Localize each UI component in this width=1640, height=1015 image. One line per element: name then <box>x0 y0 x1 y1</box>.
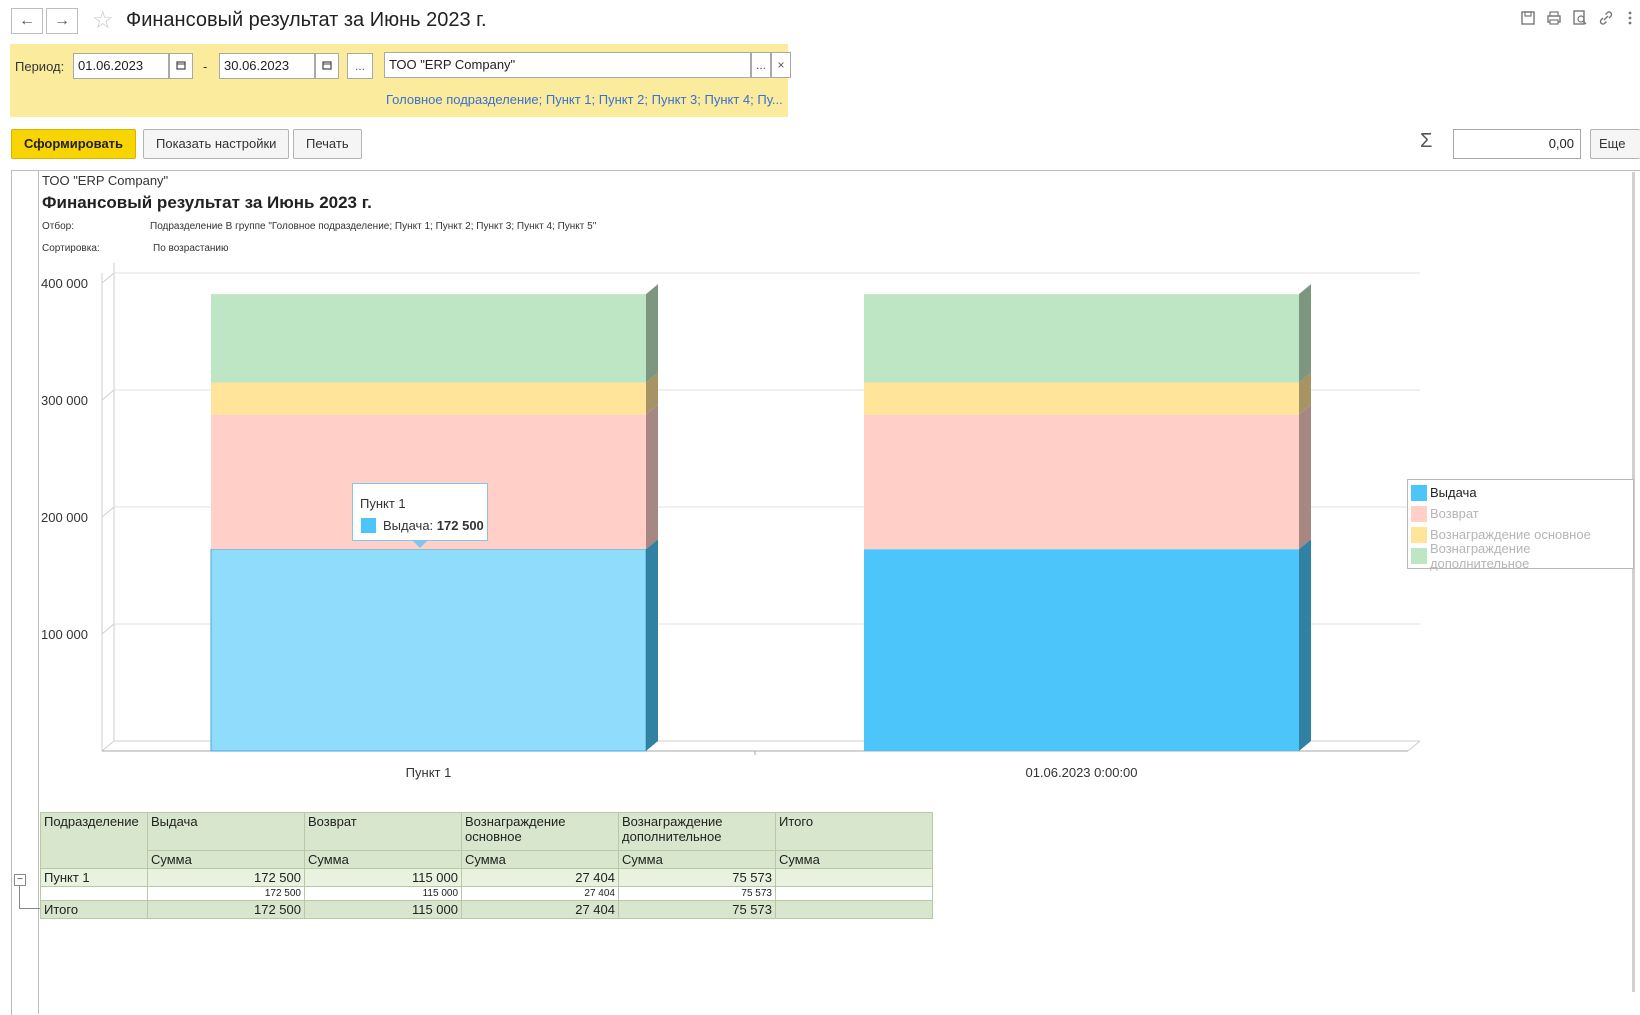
bar-segment <box>864 294 1299 383</box>
group-tree-line-h <box>19 908 40 909</box>
header-return: Возврат <box>304 812 462 851</box>
bar-segment-side <box>1299 284 1311 383</box>
legend-item[interactable]: Вознаграждение дополнительное <box>1408 541 1633 571</box>
bar-segment <box>864 414 1299 550</box>
grid-line-side <box>101 506 115 518</box>
y-tick-label: 400 000 <box>41 276 88 291</box>
cell-issue: 172 500 <box>147 886 305 901</box>
x-tick-label: Пункт 1 <box>406 765 452 780</box>
legend-label: Возврат <box>1430 506 1479 521</box>
floor-right-edge <box>1407 740 1421 752</box>
cell-total <box>775 868 933 887</box>
cell-reward-main: 27 404 <box>461 868 619 887</box>
bar-segment <box>211 294 646 383</box>
legend-swatch <box>1411 526 1427 543</box>
floor-left-edge <box>101 740 115 752</box>
y-tick-label: 200 000 <box>41 510 88 525</box>
header-issue: Выдача <box>147 812 305 851</box>
bar-segment-side <box>646 404 658 550</box>
chart-legend: Выдача Возврат Вознаграждение основное Возн… <box>1407 479 1634 571</box>
group-collapse-icon[interactable]: − <box>14 874 26 886</box>
row-department: Пункт 1 <box>40 868 148 887</box>
tooltip-swatch <box>361 518 376 533</box>
tooltip-series: Выдача: <box>383 518 434 533</box>
cell-reward-main: 27 404 <box>461 900 619 919</box>
cell-total <box>775 886 933 901</box>
table-row[interactable]: Пункт 1 172 500 115 000 27 404 75 573 <box>40 868 933 887</box>
legend-item[interactable]: Выдача <box>1408 482 1633 503</box>
cell-issue: 172 500 <box>147 868 305 887</box>
cell-return: 115 000 <box>304 900 462 919</box>
subheader-sum: Сумма <box>461 850 619 869</box>
header-reward-main: Вознаграждение основное <box>461 812 619 851</box>
legend-swatch <box>1411 547 1427 564</box>
grid-line-side <box>101 623 115 635</box>
y-tick-label: 300 000 <box>41 393 88 408</box>
legend-label: Вознаграждение дополнительное <box>1429 540 1531 571</box>
tooltip-row: Выдача: 172 500 <box>383 518 484 533</box>
y-tick-label: 100 000 <box>41 627 88 642</box>
chart-tooltip: Пункт 1 Выдача: 172 500 <box>352 483 488 541</box>
row-department <box>40 886 148 901</box>
bar-segment-side <box>646 284 658 383</box>
cell-return: 115 000 <box>304 868 462 887</box>
bar-segment-side <box>1299 404 1311 550</box>
legend-swatch <box>1411 484 1427 501</box>
table-total-row[interactable]: Итого 172 500 115 000 27 404 75 573 <box>40 900 933 919</box>
legend-swatch <box>1411 505 1427 522</box>
header-total: Итого <box>775 812 933 851</box>
tooltip-title: Пункт 1 <box>360 496 406 511</box>
x-tick-label: 01.06.2023 0:00:00 <box>1025 765 1137 780</box>
table-row[interactable]: 172 500 115 000 27 404 75 573 <box>40 886 933 901</box>
subheader-sum: Сумма <box>618 850 776 869</box>
row-department: Итого <box>40 900 148 919</box>
cell-total <box>775 900 933 919</box>
subheader-sum: Сумма <box>147 850 305 869</box>
cell-reward-extra: 75 573 <box>618 868 776 887</box>
bar-segment <box>864 382 1299 415</box>
cell-reward-extra: 75 573 <box>618 886 776 901</box>
group-tree-line <box>19 886 20 908</box>
bar-segment-side <box>1299 539 1311 751</box>
bar-segment <box>210 548 647 752</box>
tooltip-pointer <box>412 540 428 548</box>
header-department: Подразделение <box>40 812 148 869</box>
tooltip-value: 172 500 <box>436 518 484 533</box>
legend-item[interactable]: Возврат <box>1408 503 1633 524</box>
bar-segment-side <box>646 539 658 751</box>
grid-line-side <box>101 389 115 401</box>
grid-line-side <box>101 272 115 284</box>
stacked-bar-chart: 100 000 200 000 300 000 400 000 Пункт 1 01.06… <box>41 263 1421 780</box>
cell-reward-extra: 75 573 <box>618 900 776 919</box>
cell-reward-main: 27 404 <box>461 886 619 901</box>
subheader-sum: Сумма <box>304 850 462 869</box>
subheader-sum: Сумма <box>775 850 933 869</box>
cell-issue: 172 500 <box>147 900 305 919</box>
cell-return: 115 000 <box>304 886 462 901</box>
bar-segment <box>864 549 1299 751</box>
header-reward-extra: Вознаграждение дополнительное <box>618 812 776 851</box>
legend-label: Выдача <box>1430 485 1477 500</box>
report-table: Подразделение Выдача Возврат Вознагражде… <box>40 812 933 919</box>
bar-segment <box>211 382 646 415</box>
